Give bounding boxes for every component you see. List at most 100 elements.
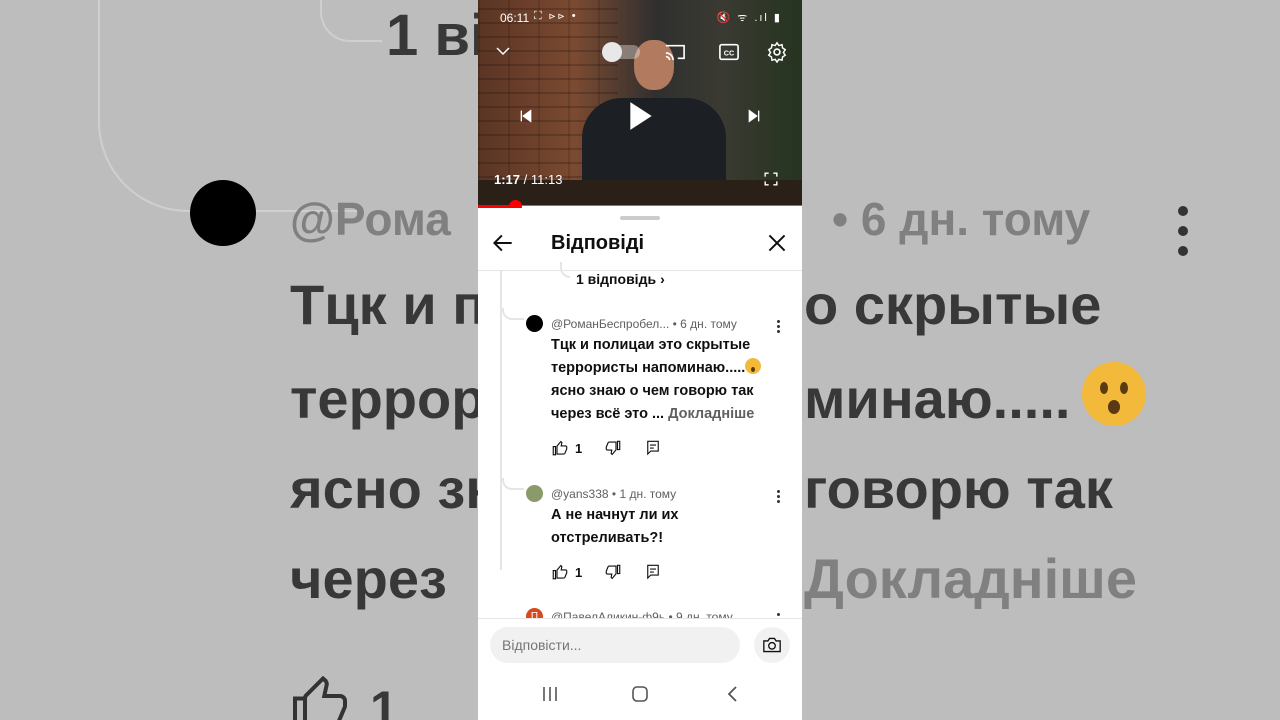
reply-icon <box>647 440 660 456</box>
reply-button[interactable] <box>644 439 662 457</box>
phone-screen: 06:11 ⛶ ⊳⊳ • 🔇 ᯤ .ıl ▮ CC 1:17 / 11:13 В… <box>478 0 802 720</box>
reply-button[interactable] <box>644 563 662 581</box>
like-count: 1 <box>575 564 583 580</box>
video-player[interactable]: 06:11 ⛶ ⊳⊳ • 🔇 ᯤ .ıl ▮ CC 1:17 / 11:13 <box>478 0 802 206</box>
comment-line-text: террористы напоминаю..... <box>551 360 746 376</box>
video-timecode: 1:17 / 11:13 <box>494 172 562 187</box>
avatar[interactable] <box>526 315 543 332</box>
comment-text: А не начнут ли их отстреливать?! <box>551 504 777 550</box>
read-more-link[interactable]: Докладніше <box>668 406 754 422</box>
comment-author[interactable]: @ПавелАликин-ф9ь <box>551 610 665 618</box>
time-separator: / <box>520 172 531 187</box>
system-nav-bar <box>478 670 802 720</box>
like-button[interactable]: 1 <box>551 563 582 581</box>
bg-time: • 6 дн. тому <box>832 193 1091 245</box>
comment-line-3: ясно знаю о чем говорю так <box>551 383 754 399</box>
comment-meta: @yans338 • 1 дн. тому <box>551 487 676 501</box>
reply-count-label: 1 відповідь <box>576 271 657 287</box>
bg-line1-right: о скрытые <box>804 273 1102 336</box>
bg-line1-left: Тцк и п <box>290 273 487 336</box>
bg-author: @Рома <box>290 193 451 245</box>
bg-likes: 1 <box>370 681 398 720</box>
bg-more-icon <box>1178 206 1190 266</box>
recent-apps-icon[interactable] <box>538 682 562 706</box>
fullscreen-icon[interactable] <box>764 172 778 186</box>
comment-item: П @ПавелАликин-ф9ь • 9 дн. тому <box>478 603 802 618</box>
dislike-button[interactable] <box>604 439 622 457</box>
pause-knob-icon <box>602 42 622 62</box>
autoplay-toggle[interactable] <box>602 42 640 62</box>
cast-icon[interactable] <box>664 42 686 62</box>
camera-icon <box>763 637 781 653</box>
bg-line2-right: минаю..... <box>804 367 1071 430</box>
status-bar: 06:11 ⛶ ⊳⊳ • 🔇 ᯤ .ıl ▮ <box>478 0 802 30</box>
bg-thumbs-up-icon <box>293 676 347 720</box>
bg-line4-left: через <box>290 547 447 610</box>
reply-count-connector <box>560 262 570 278</box>
next-icon[interactable] <box>746 108 762 124</box>
reply-bar <box>478 618 802 671</box>
like-count: 1 <box>575 440 583 456</box>
comment-line-4: через всё это ... Докладніше <box>551 403 777 426</box>
previous-icon[interactable] <box>518 108 534 124</box>
comment-line: Тцк и полицаи это скрытые <box>551 337 751 353</box>
comment-actions: 1 <box>551 438 684 458</box>
status-left-icons: ⛶ ⊳⊳ • <box>534 10 578 22</box>
reply-count-link[interactable]: 1 відповідь › <box>576 268 665 290</box>
close-icon[interactable] <box>764 230 790 256</box>
chevron-right-icon: › <box>660 271 665 287</box>
chevron-down-icon[interactable] <box>494 42 512 60</box>
surprised-emoji-icon <box>745 358 762 374</box>
duration: 11:13 <box>530 172 563 187</box>
back-nav-icon[interactable] <box>720 682 744 706</box>
avatar[interactable]: П <box>526 608 543 618</box>
comment-author[interactable]: @РоманБеспробел... <box>551 317 669 331</box>
comment-time: • 1 дн. тому <box>611 487 677 501</box>
bg-line3-left: ясно зн <box>290 457 500 520</box>
svg-text:CC: CC <box>724 49 735 58</box>
dislike-button[interactable] <box>604 563 622 581</box>
status-right-icons: 🔇 ᯤ .ıl ▮ <box>716 12 782 24</box>
camera-button[interactable] <box>754 627 790 663</box>
thumbs-down-icon <box>605 564 621 580</box>
bg-reply-count: 1 ві <box>386 3 487 68</box>
bg-surprised-emoji-icon <box>1082 362 1146 426</box>
arrow-left-icon[interactable] <box>490 230 516 256</box>
reply-icon <box>647 564 660 580</box>
sheet-drag-handle[interactable] <box>620 216 660 220</box>
thumbs-up-icon <box>552 440 568 456</box>
replies-sheet: Відповіді 1 відповідь › @РоманБеспробел.… <box>478 208 802 720</box>
play-icon[interactable] <box>628 100 654 132</box>
comment-text: Тцк и полицаи это скрытые террористы нап… <box>551 334 777 426</box>
comment-time: • 6 дн. тому <box>672 317 737 331</box>
comment-actions: 1 <box>551 562 684 582</box>
bg-line4-right: Докладніше <box>804 547 1137 610</box>
sheet-title: Відповіді <box>551 232 645 254</box>
current-time: 1:17 <box>494 172 521 187</box>
thread-line <box>500 270 502 570</box>
comment-time: • 9 дн. тому <box>668 610 733 618</box>
captions-icon[interactable]: CC <box>718 42 740 62</box>
like-button[interactable]: 1 <box>551 439 582 457</box>
comment-line-text: через всё это ... <box>551 406 665 422</box>
status-time: 06:11 <box>500 11 530 25</box>
thumbs-down-icon <box>605 440 621 456</box>
video-frame-person <box>582 40 726 190</box>
comment-author[interactable]: @yans338 <box>551 487 609 501</box>
comment-meta: @ПавелАликин-ф9ь • 9 дн. тому <box>551 610 733 618</box>
bg-avatar <box>190 180 256 246</box>
bg-line2-left: террор <box>290 367 486 430</box>
comment-line-2: отстреливать?! <box>551 530 664 546</box>
comment-line: А не начнут ли их <box>551 507 679 523</box>
comment-connector <box>502 308 524 320</box>
comment-line-2: террористы напоминаю..... <box>551 357 777 380</box>
avatar[interactable] <box>526 485 543 502</box>
thumbs-up-icon <box>552 564 568 580</box>
bg-line3-right: говорю так <box>804 457 1113 520</box>
settings-gear-icon[interactable] <box>766 41 788 63</box>
reply-input[interactable] <box>490 627 740 663</box>
comment-meta: @РоманБеспробел... • 6 дн. тому <box>551 317 737 331</box>
comment-connector <box>502 478 524 490</box>
home-icon[interactable] <box>628 682 652 706</box>
sheet-header: Відповіді <box>478 224 802 271</box>
